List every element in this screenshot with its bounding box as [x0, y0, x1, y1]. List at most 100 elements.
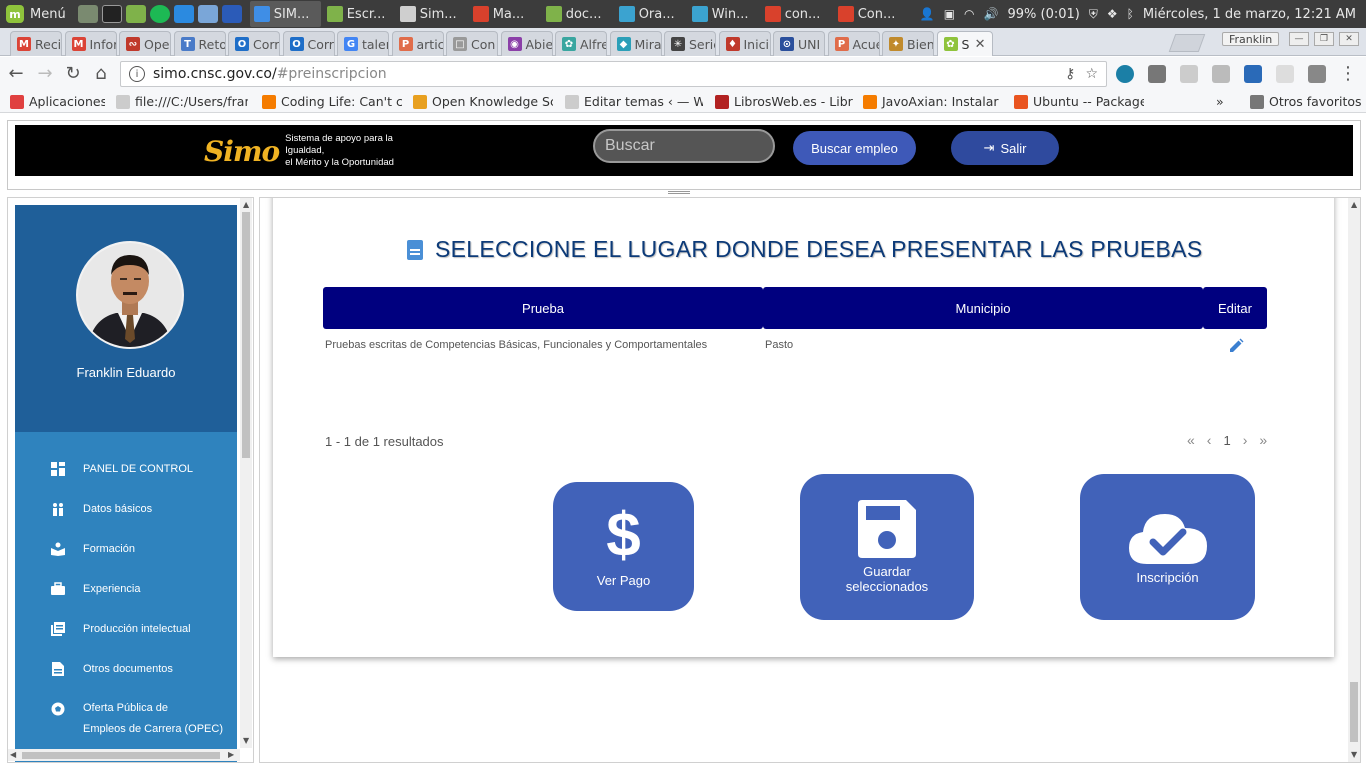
- site-search-input[interactable]: [593, 129, 775, 163]
- browser-tab[interactable]: ∾ Ope: [119, 31, 171, 56]
- taskbar-window[interactable]: Ma...: [469, 1, 540, 27]
- scroll-thumb[interactable]: [22, 752, 220, 759]
- browser-tab[interactable]: ♦ Inici: [718, 31, 771, 56]
- browser-tab[interactable]: M Recil: [10, 31, 62, 56]
- bookmark-item[interactable]: Editar temas ‹ — Wo: [565, 94, 703, 109]
- close-window-icon[interactable]: ✕: [1339, 32, 1359, 46]
- bookmark-item[interactable]: Ubuntu -- Package D: [1014, 94, 1144, 109]
- extension-4-icon[interactable]: [1212, 65, 1230, 83]
- browser-tab[interactable]: M Infor: [64, 31, 117, 56]
- forward-icon[interactable]: →: [35, 64, 55, 84]
- browser-tab[interactable]: Partic: [391, 31, 444, 56]
- taskbar-window[interactable]: doc...: [542, 1, 613, 27]
- browser-tab[interactable]: O Corr: [282, 31, 335, 56]
- bookmark-item[interactable]: JavoAxian: Instalar P: [863, 94, 1003, 109]
- sidebar-item-panel-de-control[interactable]: PANEL DE CONTROL: [15, 454, 237, 484]
- main-vertical-scrollbar[interactable]: ▲ ▼: [1348, 198, 1360, 762]
- other-bookmarks-folder[interactable]: Otros favoritos: [1250, 94, 1362, 109]
- dropbox-icon[interactable]: ❖: [1107, 7, 1118, 21]
- sidebar-item-datos-basicos[interactable]: Datos básicos: [15, 494, 237, 524]
- scroll-down-icon[interactable]: ▼: [1351, 750, 1357, 759]
- browser-tab[interactable]: Gtaler: [337, 31, 389, 56]
- new-tab-button[interactable]: [1168, 34, 1206, 52]
- browser-tab[interactable]: ◉ Abie: [500, 31, 553, 56]
- guardar-seleccionados-button[interactable]: Guardar seleccionados: [800, 474, 974, 620]
- first-page-icon[interactable]: «: [1187, 432, 1195, 448]
- bookmarks-overflow-button[interactable]: »: [1216, 94, 1224, 109]
- back-icon[interactable]: ←: [6, 64, 26, 84]
- browser-tab[interactable]: □ Con: [446, 31, 498, 56]
- scroll-thumb[interactable]: [242, 212, 250, 458]
- volume-icon[interactable]: 🔊: [984, 7, 999, 21]
- start-menu-button[interactable]: m Menú: [0, 0, 76, 28]
- browser-tab[interactable]: ✿ Alfre: [555, 31, 607, 56]
- apps-shortcut[interactable]: Aplicaciones: [10, 94, 105, 109]
- edit-pencil-icon[interactable]: [1228, 338, 1244, 354]
- taskbar-window[interactable]: Win...: [688, 1, 759, 27]
- bookmark-item[interactable]: Open Knowledge Scr: [413, 94, 553, 109]
- sidebar-item-formacion[interactable]: Formación: [15, 534, 237, 564]
- prev-page-icon[interactable]: ‹: [1207, 432, 1212, 448]
- next-page-icon[interactable]: ›: [1243, 432, 1248, 448]
- chrome-menu-icon[interactable]: ⋮: [1338, 64, 1358, 84]
- reload-icon[interactable]: ↻: [63, 64, 83, 84]
- sidebar-item-produccion-intelectual[interactable]: Producción intelectual: [15, 614, 237, 644]
- spotify-launcher-icon[interactable]: [149, 5, 170, 23]
- scroll-down-icon[interactable]: ▼: [243, 736, 249, 745]
- simo-logo[interactable]: Simo Sistema de apoyo para la Igualdad, …: [204, 131, 424, 171]
- browser-tab[interactable]: ⊙ UNI: [773, 31, 825, 56]
- sidebar-item-experiencia[interactable]: Experiencia: [15, 574, 237, 604]
- word-launcher-icon[interactable]: [221, 5, 242, 23]
- terminal-launcher-icon[interactable]: [101, 5, 122, 23]
- sidebar-item-otros-documentos[interactable]: Otros documentos: [15, 654, 237, 684]
- logout-button[interactable]: ⇥ Salir: [951, 131, 1059, 165]
- close-tab-icon[interactable]: ✕: [975, 37, 986, 52]
- last-page-icon[interactable]: »: [1259, 432, 1267, 448]
- clock[interactable]: Miércoles, 1 de marzo, 12:21 AM: [1143, 7, 1356, 22]
- browser-tab[interactable]: T Reto: [173, 31, 226, 56]
- profile-button[interactable]: Franklin: [1222, 32, 1280, 46]
- taskbar-window[interactable]: SIM...: [249, 1, 321, 27]
- virtualbox-launcher-icon[interactable]: [197, 5, 218, 23]
- sidebar-item-opec[interactable]: Oferta Pública de Empleos de Carrera (OP…: [15, 698, 237, 740]
- extension-6-icon[interactable]: [1276, 65, 1294, 83]
- extension-7-icon[interactable]: [1308, 65, 1326, 83]
- taskbar-window[interactable]: Sim...: [396, 1, 467, 27]
- maximize-icon[interactable]: ❐: [1314, 32, 1334, 46]
- extension-5-icon[interactable]: [1244, 65, 1262, 83]
- scroll-up-icon[interactable]: ▲: [1351, 200, 1357, 209]
- extension-1-icon[interactable]: [1116, 65, 1134, 83]
- bookmark-item[interactable]: LibrosWeb.es - Libro: [715, 94, 853, 109]
- user-avatar[interactable]: [76, 241, 184, 349]
- sidebar-vertical-scrollbar[interactable]: ▲ ▼: [240, 198, 252, 748]
- taskbar-window[interactable]: Ora...: [615, 1, 686, 27]
- shield-icon[interactable]: ⛨: [1089, 7, 1098, 22]
- taskbar-window[interactable]: Escr...: [323, 1, 394, 27]
- extension-2-icon[interactable]: [1148, 65, 1166, 83]
- current-page[interactable]: 1: [1223, 433, 1230, 448]
- taskbar-window[interactable]: con...: [761, 1, 832, 27]
- scroll-thumb[interactable]: [1350, 682, 1358, 742]
- folder-launcher-icon[interactable]: [125, 5, 146, 23]
- scroll-right-icon[interactable]: ▶: [228, 750, 234, 759]
- browser-tab[interactable]: ✦ Bien: [882, 31, 934, 56]
- sidebar-horizontal-scrollbar[interactable]: ◀ ▶: [8, 749, 240, 761]
- column-header-municipio[interactable]: Municipio: [763, 287, 1203, 329]
- home-icon[interactable]: ⌂: [91, 64, 111, 84]
- minimize-icon[interactable]: —: [1289, 32, 1309, 46]
- browser-tab[interactable]: PAcue: [827, 31, 880, 56]
- bluetooth-icon[interactable]: ᛒ: [1127, 7, 1134, 21]
- address-bar[interactable]: i simo.cnsc.gov.co/#preinscripcion ⚷ ☆: [120, 61, 1107, 87]
- bookmark-item[interactable]: file:///C:/Users/frank: [116, 94, 248, 109]
- key-icon[interactable]: ⚷: [1065, 66, 1075, 82]
- ver-pago-button[interactable]: $ Ver Pago: [553, 482, 694, 611]
- browser-tab-active[interactable]: ✿ S ✕: [936, 31, 993, 56]
- file-manager-launcher-icon[interactable]: [77, 5, 98, 23]
- bookmark-item[interactable]: Coding Life: Can't co: [262, 94, 402, 109]
- column-header-editar[interactable]: Editar: [1203, 287, 1267, 329]
- browser-tab[interactable]: O Corr: [228, 31, 280, 56]
- scroll-left-icon[interactable]: ◀: [10, 750, 16, 759]
- find-job-button[interactable]: Buscar empleo: [793, 131, 916, 165]
- browser-tab[interactable]: ✳ Serie: [664, 31, 716, 56]
- resize-handle[interactable]: [668, 191, 690, 194]
